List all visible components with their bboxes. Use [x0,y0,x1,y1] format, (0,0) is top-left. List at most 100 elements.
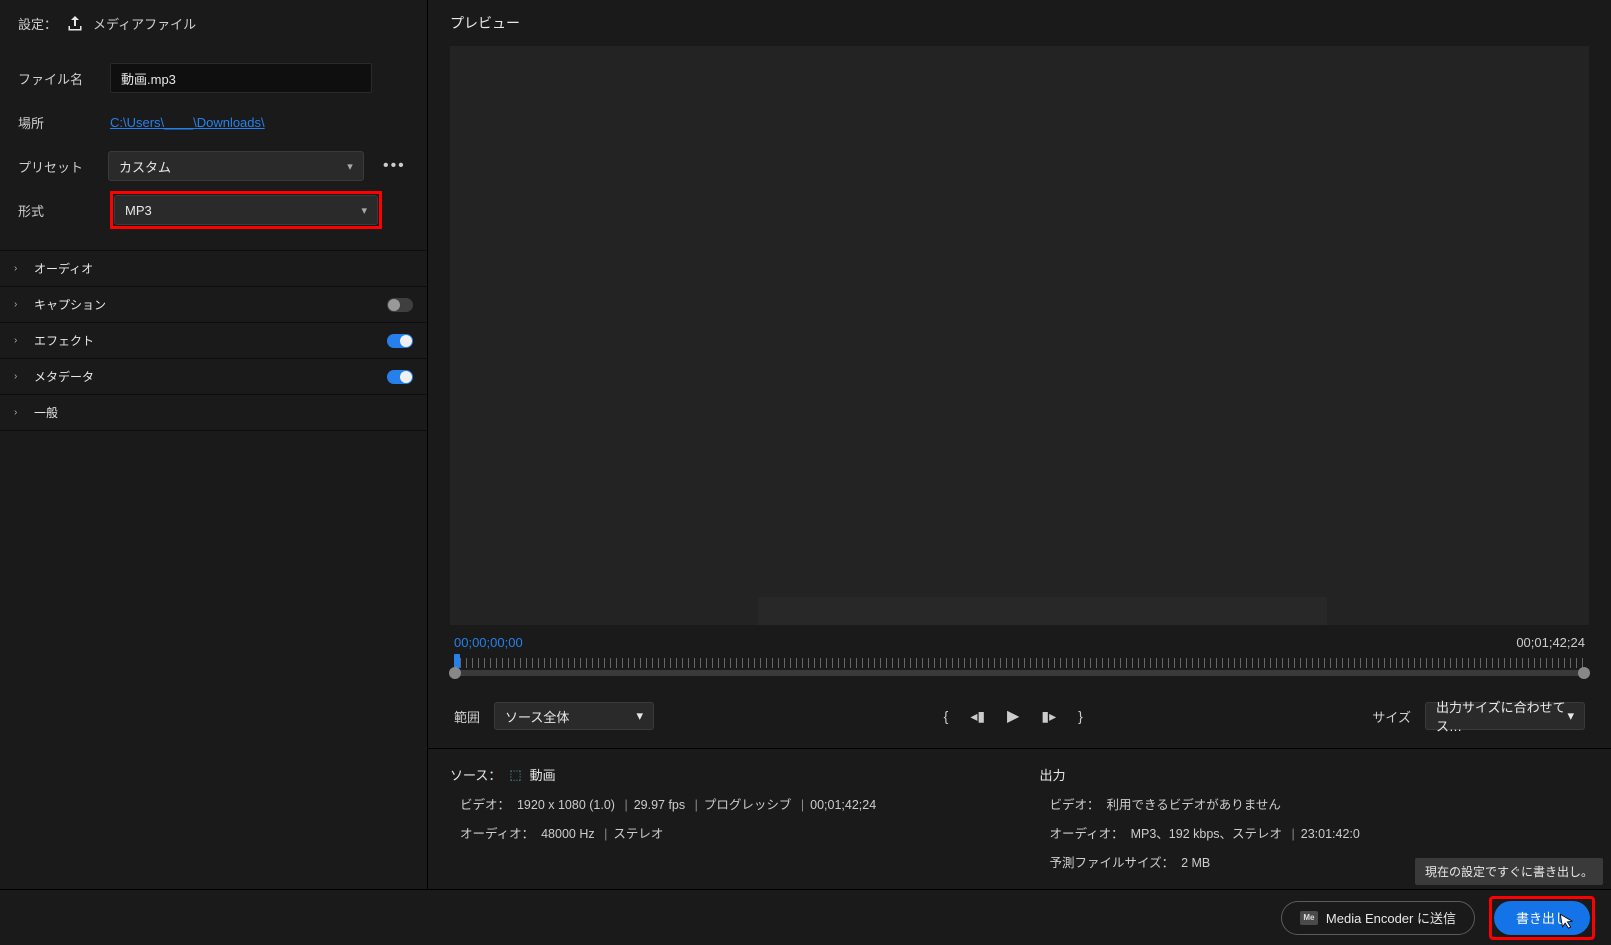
accordion-group: › オーディオ › キャプション › エフェクト › メタデータ [0,250,427,431]
settings-prefix: 設定： [18,14,57,33]
row-format: 形式 MP3 ▾ [18,188,409,232]
range-label: 範囲 [454,707,480,726]
chevron-down-icon: ▾ [361,204,367,217]
transport-controls: { ◂▮ ▶ ▮▸ } [944,706,1083,726]
preset-more-button[interactable]: ••• [380,157,409,175]
step-forward-icon[interactable]: ▮▸ [1041,708,1056,725]
acc-metadata-label: メタデータ [34,368,377,385]
caption-toggle[interactable] [387,298,413,312]
size-label: サイズ [1372,707,1411,726]
output-audio-line: オーディオ： MP3、192 kbps、ステレオ |23:01:42:0 [1040,823,1590,842]
go-to-in-icon[interactable]: { [944,708,949,724]
size-select[interactable]: 出力サイズに合わせてス… ▾ [1425,702,1585,730]
send-to-media-encoder-button[interactable]: Me Media Encoder に送信 [1281,901,1475,935]
chevron-right-icon: › [14,335,24,346]
format-value: MP3 [125,203,152,218]
filename-input[interactable]: 動画.mp3 [110,63,372,93]
acc-caption-label: キャプション [34,296,377,313]
row-filename: ファイル名 動画.mp3 [18,56,409,100]
location-label: 場所 [18,113,94,132]
out-est-value: 2 MB [1181,856,1210,870]
out-video-value: 利用できるビデオがありません [1106,798,1280,812]
chevron-right-icon: › [14,299,24,310]
format-highlight: MP3 ▾ [110,191,382,229]
app-root: 設定： メディアファイル ファイル名 動画.mp3 場所 C:\Users\__… [0,0,1611,945]
acc-effects-label: エフェクト [34,332,377,349]
timecode-bar: 00;00;00;00 00;01;42;24 [450,625,1589,654]
src-channels: ステレオ [613,827,663,841]
settings-group: ファイル名 動画.mp3 場所 C:\Users\____\Downloads\… [0,46,427,250]
chevron-down-icon: ▾ [347,160,353,173]
chevron-right-icon: › [14,371,24,382]
location-link[interactable]: C:\Users\____\Downloads\ [110,115,265,130]
row-location: 場所 C:\Users\____\Downloads\ [18,100,409,144]
media-file-label: メディアファイル [93,14,196,33]
preview-area: 00;00;00;00 00;01;42;24 範囲 ソース全体 ▾ [450,46,1589,748]
chevron-down-icon: ▾ [1567,708,1574,724]
src-video-value: 1920 x 1080 (1.0) [517,798,615,812]
playhead[interactable] [454,654,460,668]
source-audio-line: オーディオ： 48000 Hz |ステレオ [450,823,1000,842]
play-icon[interactable]: ▶ [1007,706,1019,726]
main-area: 設定： メディアファイル ファイル名 動画.mp3 場所 C:\Users\__… [0,0,1611,889]
out-audio-value: MP3、192 kbps、ステレオ [1131,827,1282,841]
acc-general-label: 一般 [34,404,413,421]
preview-shade [758,597,1328,625]
row-preset: プリセット カスタム ▾ ••• [18,144,409,188]
size-value: 出力サイズに合わせてス… [1436,697,1567,735]
metadata-toggle[interactable] [387,370,413,384]
output-label: 出力 [1040,765,1066,784]
out-est-label: 予測ファイルサイズ： [1050,856,1175,870]
in-point-handle[interactable] [449,667,461,679]
chevron-down-icon: ▾ [636,708,643,724]
out-point-handle[interactable] [1578,667,1590,679]
preset-label: プリセット [18,157,92,176]
right-panel: プレビュー 00;00;00;00 00;01;42;24 範囲 [428,0,1611,889]
preview-canvas [450,46,1589,625]
source-title: ソース： ⬚ 動画 [450,765,1000,784]
export-highlight: 書き出し [1489,896,1595,940]
export-button[interactable]: 書き出し [1494,901,1590,935]
sequence-icon: ⬚ [509,767,521,783]
preview-controls: 範囲 ソース全体 ▾ { ◂▮ ▶ ▮▸ } サイズ [450,690,1589,748]
step-back-icon[interactable]: ◂▮ [970,708,985,725]
media-encoder-icon: Me [1300,911,1318,925]
range-select[interactable]: ソース全体 ▾ [494,702,654,730]
src-dur: 00;01;42;24 [810,798,876,812]
acc-audio-label: オーディオ [34,260,413,277]
timeline[interactable] [450,654,1589,690]
effects-toggle[interactable] [387,334,413,348]
export-icon [67,15,83,31]
source-seq-name: 動画 [530,765,556,784]
left-panel-header: 設定： メディアファイル [0,0,427,46]
out-video-label: ビデオ： [1050,798,1100,812]
acc-metadata[interactable]: › メタデータ [0,359,427,395]
src-audio-value: 48000 Hz [541,827,595,841]
preset-select[interactable]: カスタム ▾ [108,151,364,181]
output-title: 出力 [1040,765,1590,784]
filename-label: ファイル名 [18,69,94,88]
timecode-end: 00;01;42;24 [1516,635,1585,650]
acc-effects[interactable]: › エフェクト [0,323,427,359]
preview-header: プレビュー [428,0,1611,46]
src-scan: プログレッシブ [704,798,792,812]
acc-audio[interactable]: › オーディオ [0,251,427,287]
range-value: ソース全体 [505,707,569,726]
output-video-line: ビデオ： 利用できるビデオがありません [1040,794,1590,813]
out-audio-label: オーディオ： [1050,827,1124,841]
export-label: 書き出し [1516,908,1568,927]
source-video-line: ビデオ： 1920 x 1080 (1.0) |29.97 fps |プログレッ… [450,794,1000,813]
go-to-out-icon[interactable]: } [1078,708,1083,724]
footer: 現在の設定ですぐに書き出し。 Me Media Encoder に送信 書き出し [0,889,1611,945]
timecode-current[interactable]: 00;00;00;00 [454,635,523,650]
acc-general[interactable]: › 一般 [0,395,427,431]
src-audio-label: オーディオ： [460,827,534,841]
filename-value: 動画.mp3 [121,69,176,88]
acc-caption[interactable]: › キャプション [0,287,427,323]
format-select[interactable]: MP3 ▾ [114,195,378,225]
timeline-track [454,670,1585,676]
export-tooltip: 現在の設定ですぐに書き出し。 [1415,858,1603,885]
chevron-right-icon: › [14,407,24,418]
src-fps: 29.97 fps [634,798,685,812]
send-me-label: Media Encoder に送信 [1326,908,1456,927]
